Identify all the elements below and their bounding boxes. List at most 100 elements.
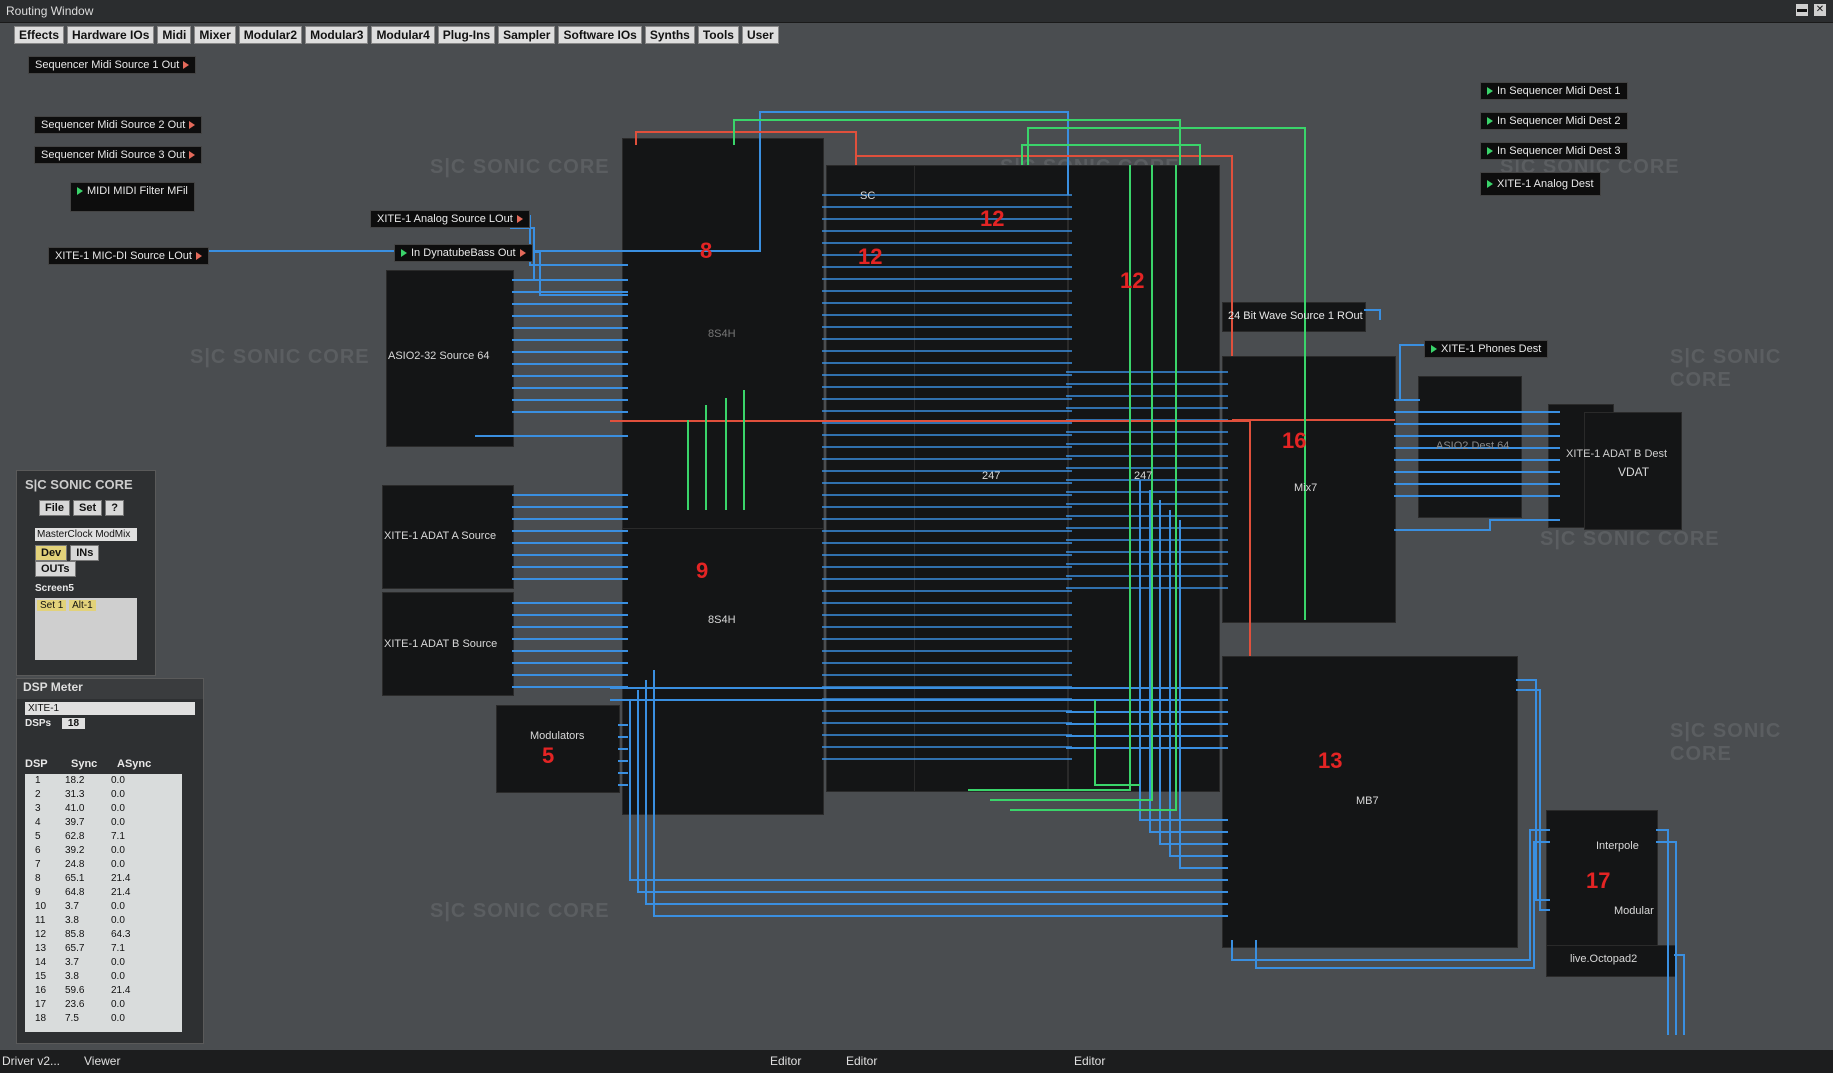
module-number-17: 17 [1586,868,1611,893]
dsp-sync: 85.8 [65,929,85,940]
file-button[interactable]: File [39,500,70,516]
sonic-core-logo: S|C SONIC CORE [25,477,133,492]
dsp-async: 0.0 [111,859,125,870]
wire [629,700,1228,881]
dsp-sync: 24.8 [65,859,85,870]
dsp-sync: 3.7 [65,901,79,912]
out-port-icon [516,215,523,224]
set-list[interactable]: Set 1 Alt-1 [35,598,137,660]
dsp-number: 14 [35,957,47,968]
dev-button[interactable]: Dev [35,545,68,561]
wire [185,111,1069,252]
dsp-number: 6 [35,845,41,856]
dsp-number: 10 [35,901,47,912]
dsp-number: 9 [35,887,41,898]
module-number-9: 9 [696,558,709,583]
sequencer-midi-dest-3[interactable]: In Sequencer Midi Dest 3 [1480,142,1628,160]
dsp-number: 11 [35,915,46,926]
out-port-icon [195,252,202,261]
dynatubebass[interactable]: In DynatubeBass Out [394,244,533,262]
asio-source-label: ASIO2-32 Source 64 [388,350,490,362]
set-1-item[interactable]: Set 1 [37,600,67,611]
dsp-async: 21.4 [111,985,131,996]
dsp-async: 0.0 [111,845,125,856]
driver-label: Driver v2... [2,1054,61,1068]
in-port-icon [1487,180,1493,189]
sonic-core-mixer-panel[interactable]: S|C SONIC CORE File Set ? MasterClock Mo… [16,470,156,676]
dsp-sync: 3.8 [65,971,79,982]
dsp-sync: 65.1 [65,873,85,884]
dsp-row: 15 3.8 0.0 [25,970,182,984]
wire [733,119,1181,165]
set-button[interactable]: Set [73,500,103,516]
wire [1394,344,1424,401]
help-button[interactable]: ? [105,500,124,516]
dsp-sync: 18.2 [65,775,85,786]
out-port-icon [189,121,196,130]
in-port-icon [401,249,407,258]
editor-button-2[interactable]: Editor [846,1054,877,1068]
dsp-async: 21.4 [111,887,131,898]
dsp-meter-panel: DSP Meter XITE-1 DSPs 18 DSP Sync ASync … [16,678,204,1044]
out-port-icon [189,151,196,160]
xite-analog-dest[interactable]: XITE-1 Analog Dest [1480,172,1601,196]
sequencer-midi-source-3[interactable]: Sequencer Midi Source 3 Out [34,146,203,164]
module-name-8s4h-top: 8S4H [708,328,736,340]
dsp-row: 13 65.7 7.1 [25,942,182,956]
sequencer-midi-source-1[interactable]: Sequencer Midi Source 1 Out [28,56,197,74]
dsp-table-header: DSP Sync ASync [25,758,152,770]
dsp-sync: 3.8 [65,915,79,926]
xite-mic-di-source[interactable]: XITE-1 MIC-DI Source LOut [48,247,209,265]
dsps-row: DSPs 18 [17,718,203,729]
dsp-number: 2 [35,789,41,800]
dsp-sync: 31.3 [65,789,85,800]
sequencer-midi-dest-2[interactable]: In Sequencer Midi Dest 2 [1480,112,1628,130]
dsp-meter-title: DSP Meter [17,679,203,699]
outs-button[interactable]: OUTs [35,561,76,577]
dsp-number: 18 [35,1013,47,1024]
editor-button-1[interactable]: Editor [770,1054,801,1068]
wire [687,390,745,510]
viewer-button[interactable]: Viewer [84,1054,120,1068]
module-number-12-a: 12 [980,206,1005,231]
dsp-sync: 39.7 [65,817,85,828]
wire [1027,127,1306,620]
dsp-number: 17 [35,999,47,1010]
xite-phones-dest[interactable]: XITE-1 Phones Dest [1424,340,1549,358]
module-name-sc: SC [860,190,876,202]
screen-row: Screen5 [17,581,155,596]
dsp-async: 7.1 [111,943,125,954]
dsp-row: 10 3.7 0.0 [25,900,182,914]
out-port-icon [519,249,526,258]
adat-a-source-label: XITE-1 ADAT A Source [384,530,497,542]
dsp-async: 0.0 [111,817,125,828]
dsp-sync: 65.7 [65,943,85,954]
dsp-row: 17 23.6 0.0 [25,998,182,1012]
dsp-row: 3 41.0 0.0 [25,802,182,816]
dsp-async: 64.3 [111,929,131,940]
dsp-row: 12 85.8 64.3 [25,928,182,942]
sequencer-midi-dest-1[interactable]: In Sequencer Midi Dest 1 [1480,82,1628,100]
dsp-number: 8 [35,873,41,884]
ins-button[interactable]: INs [70,545,100,561]
module-name-mb7: MB7 [1356,795,1379,807]
midi-filter[interactable]: MIDI MIDI Filter MFil [70,182,195,212]
dsp-async: 0.0 [111,775,125,786]
sequencer-midi-source-2[interactable]: Sequencer Midi Source 2 Out [34,116,203,134]
wire [1394,411,1560,497]
adat-b-source-label: XITE-1 ADAT B Source [384,638,498,650]
dsp-row: 11 3.8 0.0 [25,914,182,928]
alt-1-item[interactable]: Alt-1 [69,600,96,611]
in-port-icon [1487,147,1493,156]
dsp-device-field[interactable]: XITE-1 [25,702,195,715]
module-name-modulators: Modulators [530,730,585,742]
module-number-13: 13 [1318,748,1343,773]
wire [1656,829,1685,1035]
module-name-octopad: live.Octopad2 [1570,953,1638,965]
wire [822,194,1072,760]
master-clock-field[interactable]: MasterClock ModMix [35,528,137,541]
dsp-number: 12 [35,929,47,940]
editor-button-3[interactable]: Editor [1074,1054,1105,1068]
dsp-async: 21.4 [111,873,131,884]
xite-analog-source[interactable]: XITE-1 Analog Source LOut [370,210,530,228]
